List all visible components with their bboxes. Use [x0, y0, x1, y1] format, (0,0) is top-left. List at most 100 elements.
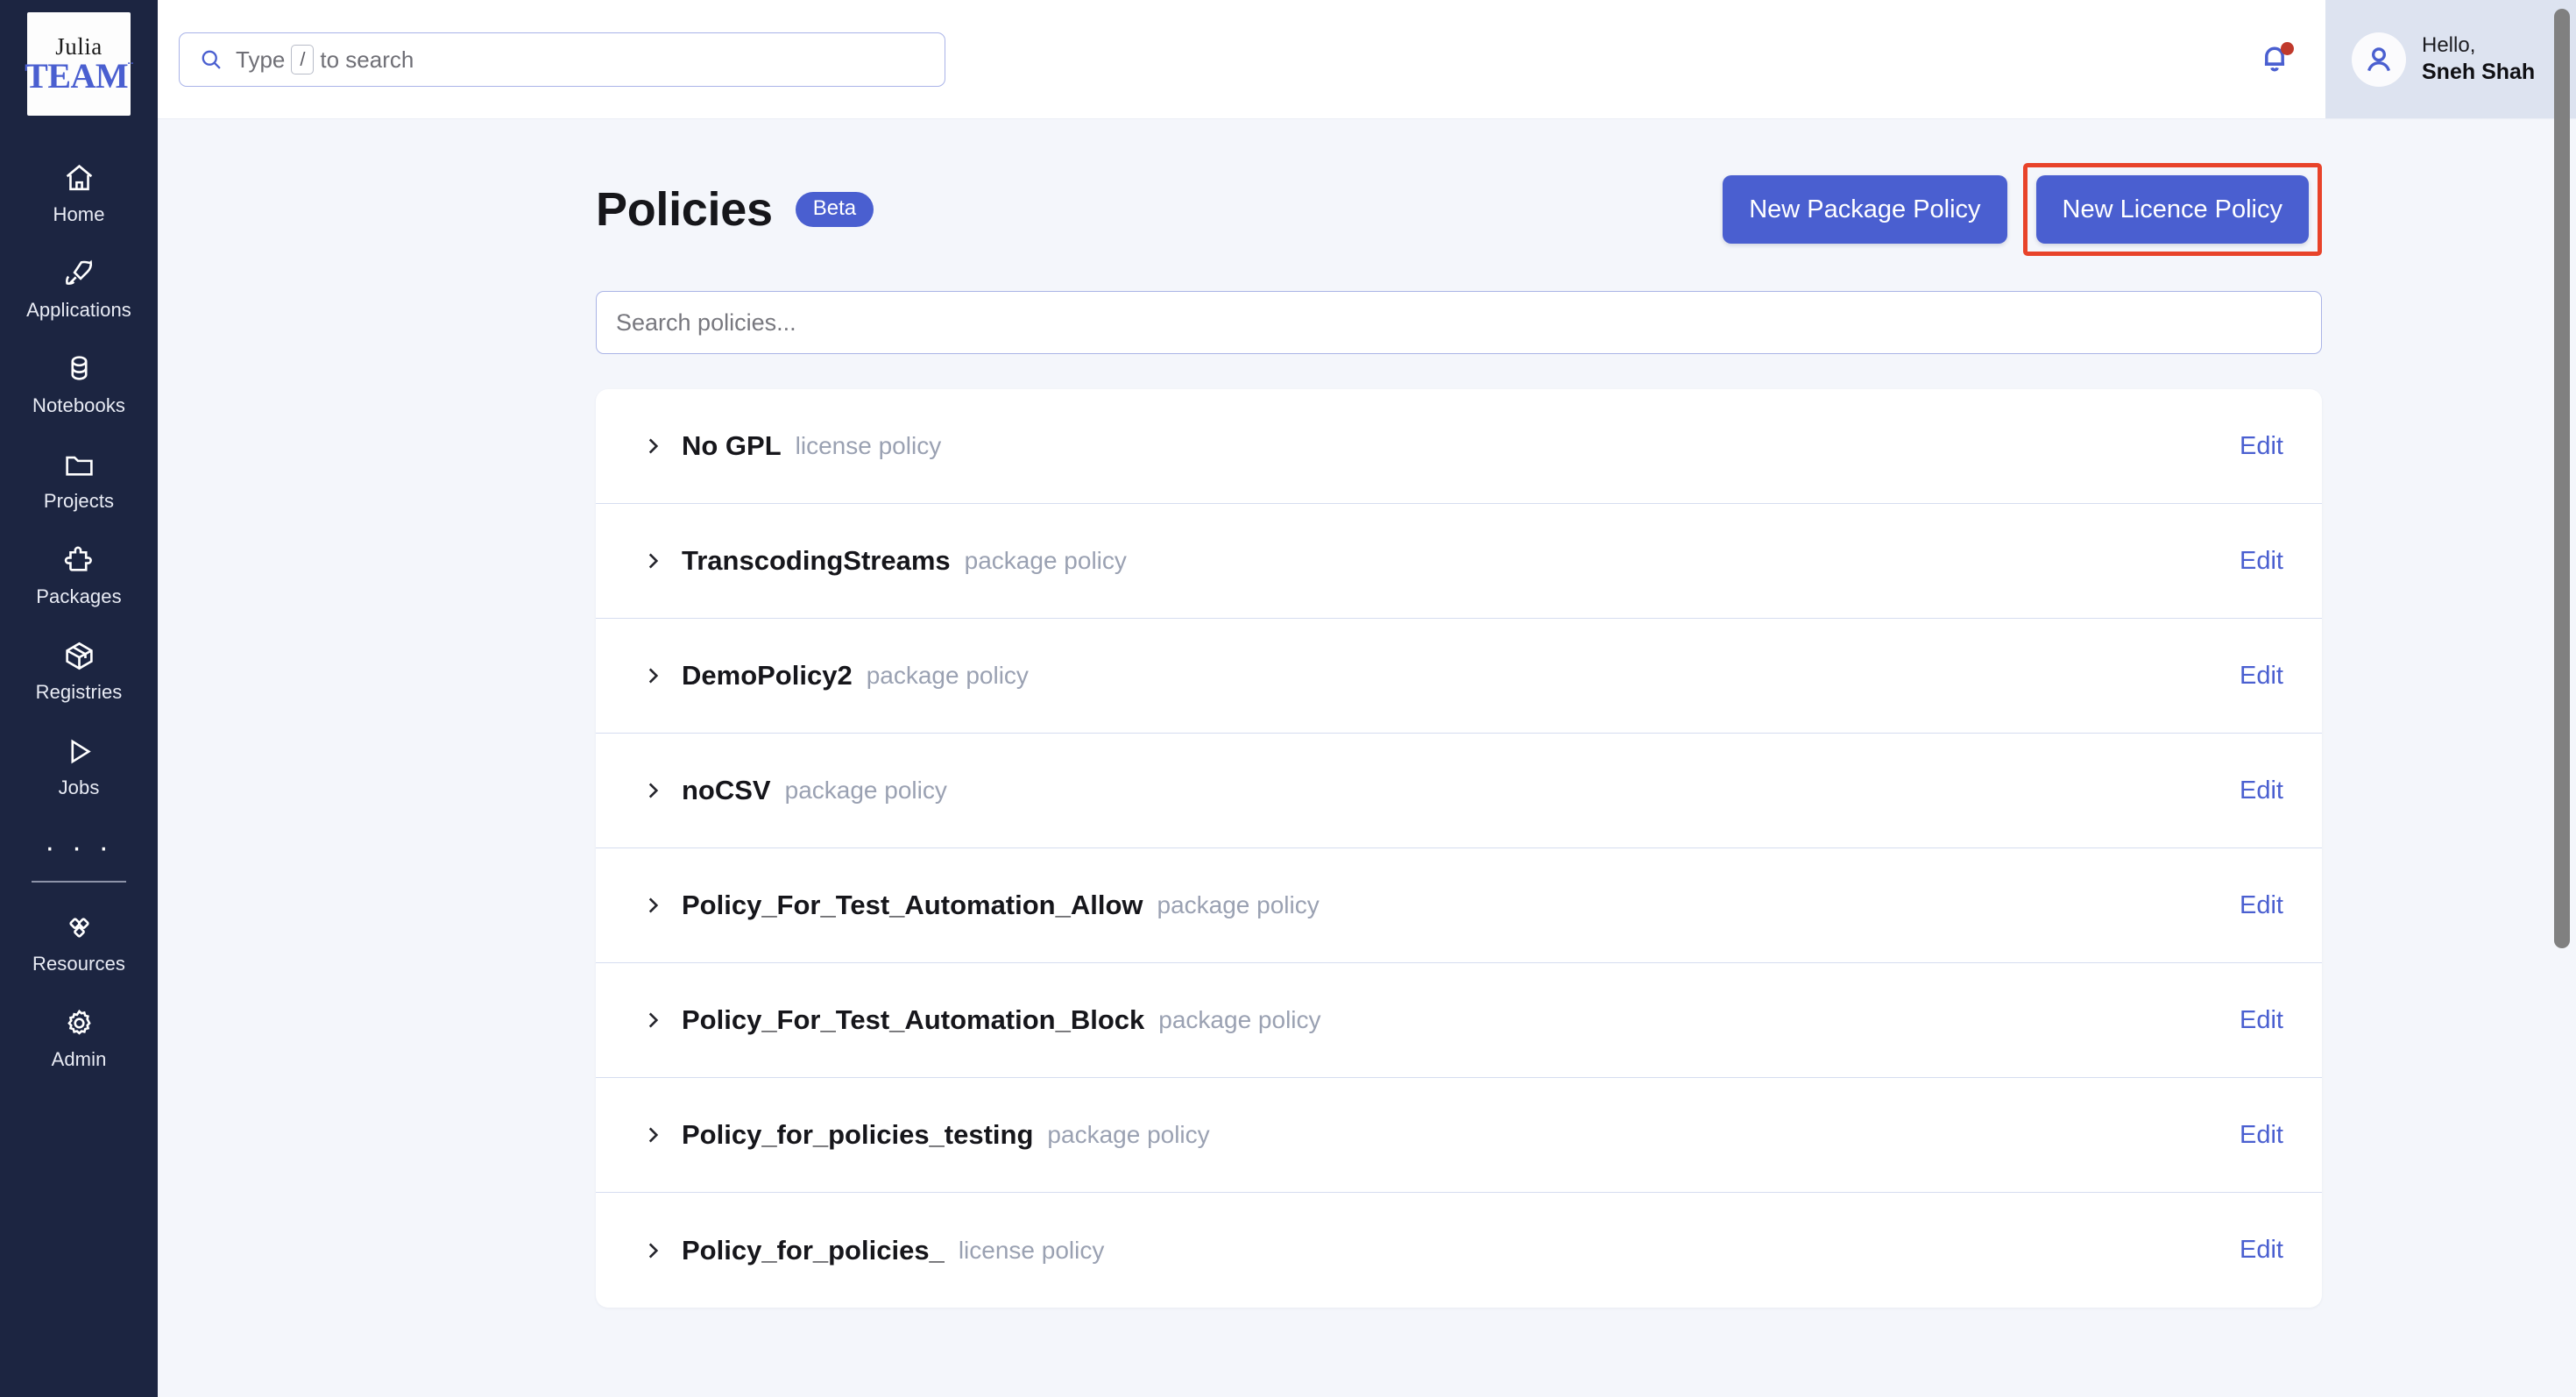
sidebar-divider [32, 881, 126, 883]
user-text: Hello, Sneh Shah [2422, 32, 2535, 87]
policy-list: No GPLlicense policyEditTranscodingStrea… [596, 389, 2322, 1308]
sidebar-item-label: Registries [36, 681, 123, 704]
sidebar-nav: Home Applications Notebooks Projects [0, 145, 158, 1086]
policy-type: package policy [965, 547, 1127, 575]
edit-policy-link[interactable]: Edit [2240, 547, 2289, 576]
sidebar-item-applications[interactable]: Applications [0, 241, 158, 337]
edit-policy-link[interactable]: Edit [2240, 1121, 2289, 1150]
juliateam-logo[interactable]: Julia TEAM ¨ [27, 12, 131, 116]
top-bar: Type / to search [158, 0, 2576, 119]
policy-name: noCSV [682, 775, 771, 806]
search-policies-placeholder: Search policies... [616, 309, 796, 337]
table-row[interactable]: Policy_for_policies_ license policy Edit [596, 1193, 2322, 1308]
user-name: Sneh Shah [2422, 59, 2535, 87]
policy-name: Policy_for_policies_ [682, 1235, 945, 1266]
user-avatar-icon [2352, 32, 2406, 87]
policy-type: license policy [959, 1237, 1105, 1265]
sidebar-item-label: Packages [36, 585, 121, 608]
user-greeting: Hello, [2422, 32, 2535, 59]
chevron-right-icon[interactable] [641, 894, 664, 917]
sidebar-item-admin[interactable]: Admin [0, 990, 158, 1086]
home-icon [61, 160, 96, 195]
policy-name: TranscodingStreams [682, 545, 951, 577]
chevron-right-icon[interactable] [641, 1239, 664, 1262]
slash-key-badge: / [291, 45, 314, 74]
chevron-right-icon[interactable] [641, 1009, 664, 1032]
sidebar-item-projects[interactable]: Projects [0, 432, 158, 528]
new-licence-policy-button[interactable]: New Licence Policy [2036, 175, 2309, 244]
search-icon [199, 47, 223, 72]
folder-icon [61, 447, 96, 482]
chevron-right-icon[interactable] [641, 664, 664, 687]
chevron-right-icon[interactable] [641, 779, 664, 802]
highlight-outline: New Licence Policy [2023, 163, 2322, 256]
page-scrollbar-track[interactable] [2548, 0, 2576, 1397]
policy-type: package policy [1047, 1121, 1209, 1149]
search-placeholder: Type / to search [236, 45, 414, 74]
page-header: Policies Beta New Package Policy New Lic… [158, 170, 2576, 249]
sidebar-item-notebooks[interactable]: Notebooks [0, 337, 158, 432]
puzzle-icon [61, 542, 96, 578]
play-icon [61, 734, 96, 769]
sidebar-item-resources[interactable]: Resources [0, 895, 158, 990]
sidebar-item-registries[interactable]: Registries [0, 623, 158, 719]
content-inner: Policies Beta New Package Policy New Lic… [158, 170, 2576, 1308]
chevron-right-icon[interactable] [641, 435, 664, 457]
box-icon [61, 638, 96, 673]
edit-policy-link[interactable]: Edit [2240, 432, 2289, 461]
chevron-right-icon[interactable] [641, 550, 664, 572]
policy-type: package policy [1157, 891, 1320, 919]
chevron-right-icon[interactable] [641, 1124, 664, 1146]
user-menu[interactable]: Hello, Sneh Shah [2325, 0, 2576, 119]
search-prefix: Type [236, 46, 285, 74]
sidebar-item-label: Jobs [59, 777, 100, 799]
new-package-policy-button[interactable]: New Package Policy [1723, 175, 2006, 244]
rocket-icon [61, 256, 96, 291]
edit-policy-link[interactable]: Edit [2240, 1006, 2289, 1035]
app-root: Julia TEAM ¨ Home Applications [0, 0, 2576, 1397]
policy-name: No GPL [682, 430, 782, 462]
sidebar-item-label: Applications [26, 299, 131, 322]
notifications-button[interactable] [2224, 0, 2325, 119]
sidebar-more-button[interactable]: · · · [45, 814, 113, 865]
table-row[interactable]: Policy_for_policies_testing package polic… [596, 1078, 2322, 1193]
sidebar-item-home[interactable]: Home [0, 145, 158, 241]
table-row[interactable]: TranscodingStreams package policy Edit [596, 504, 2322, 619]
edit-policy-link[interactable]: Edit [2240, 1236, 2289, 1265]
table-row[interactable]: Policy_For_Test_Automation_Allow package … [596, 848, 2322, 963]
search-policies-input[interactable]: Search policies... [596, 291, 2322, 354]
page-header-actions: New Package Policy New Licence Policy [1723, 163, 2322, 256]
policy-type: package policy [1158, 1006, 1320, 1034]
policy-name: DemoPolicy2 [682, 660, 853, 691]
sidebar-item-label: Notebooks [32, 394, 125, 417]
notification-badge-dot [2281, 42, 2294, 55]
policy-type: license policy [796, 432, 942, 460]
logo-julia-text: Julia [55, 35, 103, 59]
beta-badge: Beta [796, 192, 874, 227]
page-scrollbar-thumb[interactable] [2554, 9, 2570, 948]
global-search-wrap: Type / to search [179, 32, 945, 87]
sidebar: Julia TEAM ¨ Home Applications [0, 0, 158, 1397]
table-row[interactable]: Policy_For_Test_Automation_Block package … [596, 963, 2322, 1078]
logo-team-wrap: TEAM ¨ [25, 59, 133, 94]
page-title: Policies [596, 182, 773, 237]
sidebar-item-label: Projects [44, 490, 114, 513]
policy-name: Policy_for_policies_testing [682, 1119, 1033, 1151]
notebook-icon [61, 351, 96, 386]
logo-dots: ¨ [128, 60, 133, 75]
sidebar-item-label: Resources [32, 953, 125, 975]
search-input[interactable]: Type / to search [179, 32, 945, 87]
edit-policy-link[interactable]: Edit [2240, 777, 2289, 805]
table-row[interactable]: No GPL license policy Edit [596, 389, 2322, 504]
logo-team-text: TEAM [25, 59, 128, 94]
policy-name: Policy_For_Test_Automation_Allow [682, 890, 1143, 921]
sidebar-item-packages[interactable]: Packages [0, 528, 158, 623]
table-row[interactable]: DemoPolicy2package policyEdit [596, 619, 2322, 734]
table-row[interactable]: noCSVpackage policyEdit [596, 734, 2322, 848]
topbar-right: Hello, Sneh Shah [2224, 0, 2576, 119]
page-content: Policies Beta New Package Policy New Lic… [158, 119, 2576, 1397]
policy-name: Policy_For_Test_Automation_Block [682, 1004, 1144, 1036]
sidebar-item-jobs[interactable]: Jobs [0, 719, 158, 814]
edit-policy-link[interactable]: Edit [2240, 662, 2289, 691]
edit-policy-link[interactable]: Edit [2240, 891, 2289, 920]
